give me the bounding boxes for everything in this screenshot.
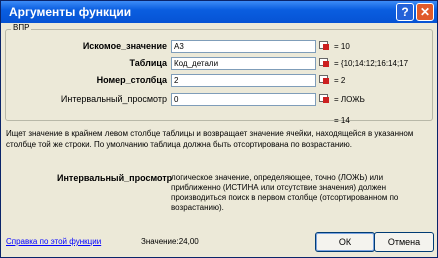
- help-button[interactable]: ?: [396, 3, 414, 21]
- arg-result-table: = {10;14:12;16:14;17: [334, 59, 409, 68]
- arg-label-col-index: Номер_столбца: [96, 75, 167, 85]
- close-button[interactable]: ✕: [416, 3, 434, 21]
- range-select-icon[interactable]: [319, 75, 330, 86]
- arg-label-table: Таблица: [129, 58, 167, 68]
- arg-label-lookup-value: Искомое_значение: [82, 41, 167, 51]
- arg-input-col-index[interactable]: 2: [171, 74, 316, 87]
- range-select-icon[interactable]: [319, 94, 330, 105]
- function-help-link[interactable]: Справка по этой функции: [6, 237, 101, 246]
- range-select-icon[interactable]: [319, 58, 330, 69]
- arg-result-range-lookup: = ЛОЖЬ: [334, 95, 365, 104]
- function-name-label: ВПР: [11, 23, 32, 32]
- function-arguments-dialog: Аргументы функции ? ✕ ВПР Искомое_значен…: [0, 0, 438, 258]
- arg-result-col-index: = 2: [334, 76, 346, 85]
- cancel-button[interactable]: Отмена: [374, 232, 434, 252]
- calculated-value: Значение:24,00: [141, 237, 199, 246]
- arg-input-lookup-value[interactable]: A3: [171, 40, 316, 53]
- function-description: Ищет значение в крайнем левом столбце та…: [6, 129, 414, 149]
- arg-label-range-lookup: Интервальный_просмотр: [60, 94, 167, 104]
- arg-help-label: Интервальный_просмотр: [57, 173, 173, 183]
- title-bar[interactable]: Аргументы функции ? ✕: [1, 1, 437, 23]
- arg-input-table[interactable]: Код_детали: [171, 57, 316, 70]
- range-select-icon[interactable]: [319, 41, 330, 52]
- arg-result-lookup-value: = 10: [334, 42, 350, 51]
- dialog-title: Аргументы функции: [9, 5, 132, 19]
- ok-button[interactable]: ОК: [315, 232, 375, 252]
- arg-input-range-lookup[interactable]: 0: [171, 93, 316, 106]
- arg-help-text: логическое значение, определяющее, точно…: [171, 173, 399, 212]
- function-result: = 14: [334, 116, 350, 125]
